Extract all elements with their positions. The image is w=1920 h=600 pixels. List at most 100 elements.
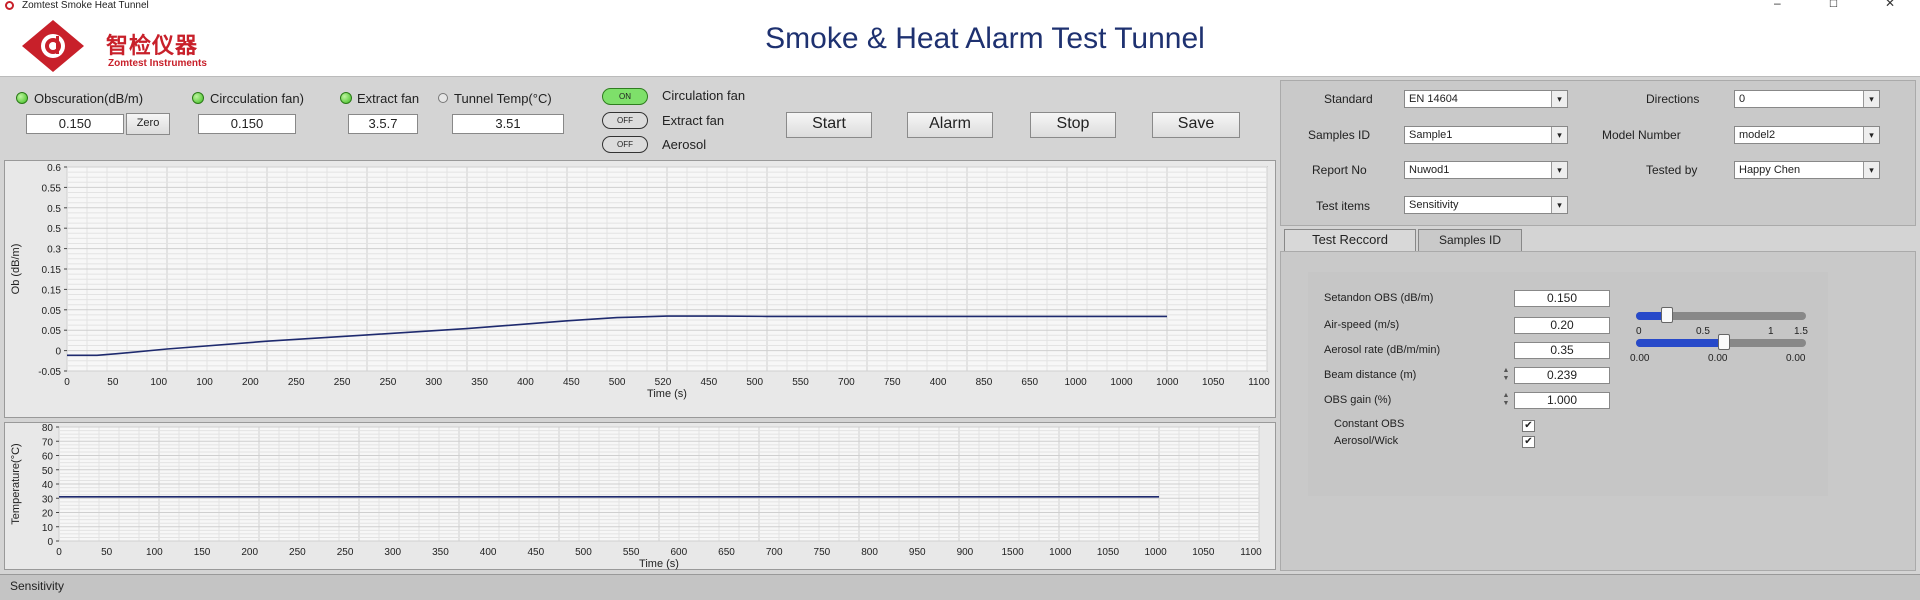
obscuration-label: Obscuration(dB/m) <box>34 91 144 106</box>
extract-fan-toggle[interactable]: OFF <box>602 112 648 129</box>
circulation-led <box>192 92 204 104</box>
obs-y-tick-label: 0 <box>55 347 61 358</box>
circulation-fan-toggle[interactable]: ON <box>602 88 648 105</box>
samples-id-select[interactable]: Sample1 ▾ <box>1404 126 1568 144</box>
tunnel-temp-label: Tunnel Temp(°C) <box>454 91 552 106</box>
chevron-down-icon[interactable]: ▾ <box>1551 91 1567 107</box>
tab-samples-id[interactable]: Samples ID <box>1418 229 1522 251</box>
obs-slider[interactable] <box>1636 307 1806 323</box>
standard-label: Standard <box>1324 92 1373 106</box>
aerosol-toggle-label: Aerosol <box>662 137 707 152</box>
aerosol-rate-input[interactable]: 0.35 <box>1514 342 1610 359</box>
minimize-button[interactable]: – <box>1774 0 1781 9</box>
model-number-select[interactable]: model2 ▾ <box>1734 126 1880 144</box>
temp-x-tick-label: 550 <box>623 547 640 558</box>
report-no-value: Nuwod1 <box>1409 164 1450 176</box>
airspeed-slider-handle[interactable] <box>1718 334 1731 350</box>
temp-x-tick-label: 1100 <box>1240 547 1262 558</box>
obs-y-tick-label: 0.05 <box>42 306 62 317</box>
temp-x-tick-label: 0 <box>56 547 62 558</box>
obs-slider-handle[interactable] <box>1660 307 1673 323</box>
temp-y-tick-label: 30 <box>42 494 54 505</box>
start-button[interactable]: Start <box>786 112 872 138</box>
obs-y-tick-label: -0.05 <box>38 367 61 378</box>
circulation-fan-toggle-label: Circulation fan <box>662 88 746 103</box>
circulation-value: 0.150 <box>198 114 296 134</box>
chevron-down-icon[interactable]: ▾ <box>1551 127 1567 143</box>
obs-x-tick-label: 200 <box>242 377 259 388</box>
obs-y-tick-label: 0.3 <box>47 245 61 256</box>
temp-y-tick-label: 60 <box>42 452 54 463</box>
close-button[interactable]: ✕ <box>1885 0 1895 9</box>
obs-gain-spinner-icon[interactable]: ▲ ▼ <box>1500 392 1512 409</box>
slider-readout: 0.00 <box>1786 353 1806 364</box>
beam-distance-spinner-icon[interactable]: ▲ ▼ <box>1500 367 1512 384</box>
chevron-down-icon[interactable]: ▾ <box>1551 197 1567 213</box>
maximize-button[interactable]: ☐ <box>1829 0 1838 10</box>
obs-y-tick-label: 0.15 <box>42 265 62 276</box>
temp-x-tick-label: 1000 <box>1145 547 1168 558</box>
obs-x-tick-label: 250 <box>334 377 351 388</box>
alarm-button[interactable]: Alarm <box>907 112 993 138</box>
obs-gain-input[interactable]: 1.000 <box>1514 392 1610 409</box>
standard-select[interactable]: EN 14604 ▾ <box>1404 90 1568 108</box>
stop-button[interactable]: Stop <box>1030 112 1116 138</box>
directions-label: Directions <box>1646 92 1700 106</box>
test-items-select[interactable]: Sensitivity ▾ <box>1404 196 1568 214</box>
standard-obs-input[interactable]: 0.150 <box>1514 290 1610 307</box>
obs-x-tick-label: 1050 <box>1202 377 1225 388</box>
extract-fan-led <box>340 92 352 104</box>
temp-x-tick-label: 200 <box>241 547 258 558</box>
temp-y-tick-label: 40 <box>42 480 54 491</box>
slider-readout: 0.00 <box>1708 353 1728 364</box>
obs-x-tick-label: 1000 <box>1110 377 1133 388</box>
app-icon <box>5 1 14 10</box>
tab-test-record[interactable]: Test Reccord <box>1284 229 1416 251</box>
obs-x-tick-label: 500 <box>609 377 626 388</box>
chevron-down-icon[interactable]: ▾ <box>1863 162 1879 178</box>
obscuration-value: 0.150 <box>26 114 124 134</box>
beam-distance-input[interactable]: 0.239 <box>1514 367 1610 384</box>
aerosol-toggle[interactable]: OFF <box>602 136 648 153</box>
temp-x-axis-label: Time (s) <box>639 558 679 570</box>
temp-x-tick-label: 750 <box>814 547 831 558</box>
air-speed-label: Air-speed (m/s) <box>1324 319 1400 331</box>
chevron-down-icon[interactable]: ▾ <box>1863 91 1879 107</box>
samples-id-label: Samples ID <box>1308 128 1371 142</box>
directions-select[interactable]: 0 ▾ <box>1734 90 1880 108</box>
temp-x-tick-label: 250 <box>289 547 306 558</box>
aerosol-wick-checkbox[interactable]: ✔ <box>1522 436 1535 448</box>
temp-y-tick-label: 0 <box>47 537 53 548</box>
obs-x-tick-label: 250 <box>288 377 305 388</box>
constant-obs-checkbox[interactable]: ✔ <box>1522 420 1535 432</box>
save-button[interactable]: Save <box>1152 112 1240 138</box>
airspeed-slider[interactable] <box>1636 334 1806 350</box>
app-header: 智检仪器 Zomtest Instruments Smoke & Heat Al… <box>0 12 1920 77</box>
temp-x-tick-label: 400 <box>480 547 497 558</box>
obs-x-tick-label: 750 <box>884 377 901 388</box>
directions-value: 0 <box>1739 93 1746 105</box>
temp-y-tick-label: 20 <box>42 509 54 520</box>
temp-x-tick-label: 150 <box>194 547 211 558</box>
temp-x-tick-label: 650 <box>718 547 735 558</box>
obs-y-tick-label: 0.05 <box>42 326 62 337</box>
tested-by-select[interactable]: Happy Chen ▾ <box>1734 161 1880 179</box>
aerosol-wick-label: Aerosol/Wick <box>1334 435 1399 447</box>
temp-x-tick-label: 700 <box>766 547 783 558</box>
temperature-chart: 80 70 60 50 40 30 20 10 0 0 50 100 150 200 250 250 300 35… <box>4 422 1276 570</box>
obs-x-tick-label: 0 <box>64 377 70 388</box>
obs-y-tick-label: 0.55 <box>42 183 62 194</box>
temp-x-tick-label: 100 <box>146 547 163 558</box>
standard-value: EN 14604 <box>1409 93 1458 105</box>
obs-x-tick-label: 650 <box>1021 377 1038 388</box>
logo-english-text: Zomtest Instruments <box>108 58 207 69</box>
air-speed-input[interactable]: 0.20 <box>1514 317 1610 334</box>
zero-button[interactable]: Zero <box>126 113 170 135</box>
report-no-select[interactable]: Nuwod1 ▾ <box>1404 161 1568 179</box>
scale-tick: 0.5 <box>1696 326 1710 337</box>
obs-y-tick-label: 0.6 <box>47 163 61 174</box>
obs-x-tick-label: 450 <box>563 377 580 388</box>
chevron-down-icon[interactable]: ▾ <box>1551 162 1567 178</box>
obscuration-chart: 0.6 0.55 0.5 0.5 0.3 0.15 0.15 0.05 0.05 0 -0.05 0 5… <box>4 160 1276 418</box>
chevron-down-icon[interactable]: ▾ <box>1863 127 1879 143</box>
